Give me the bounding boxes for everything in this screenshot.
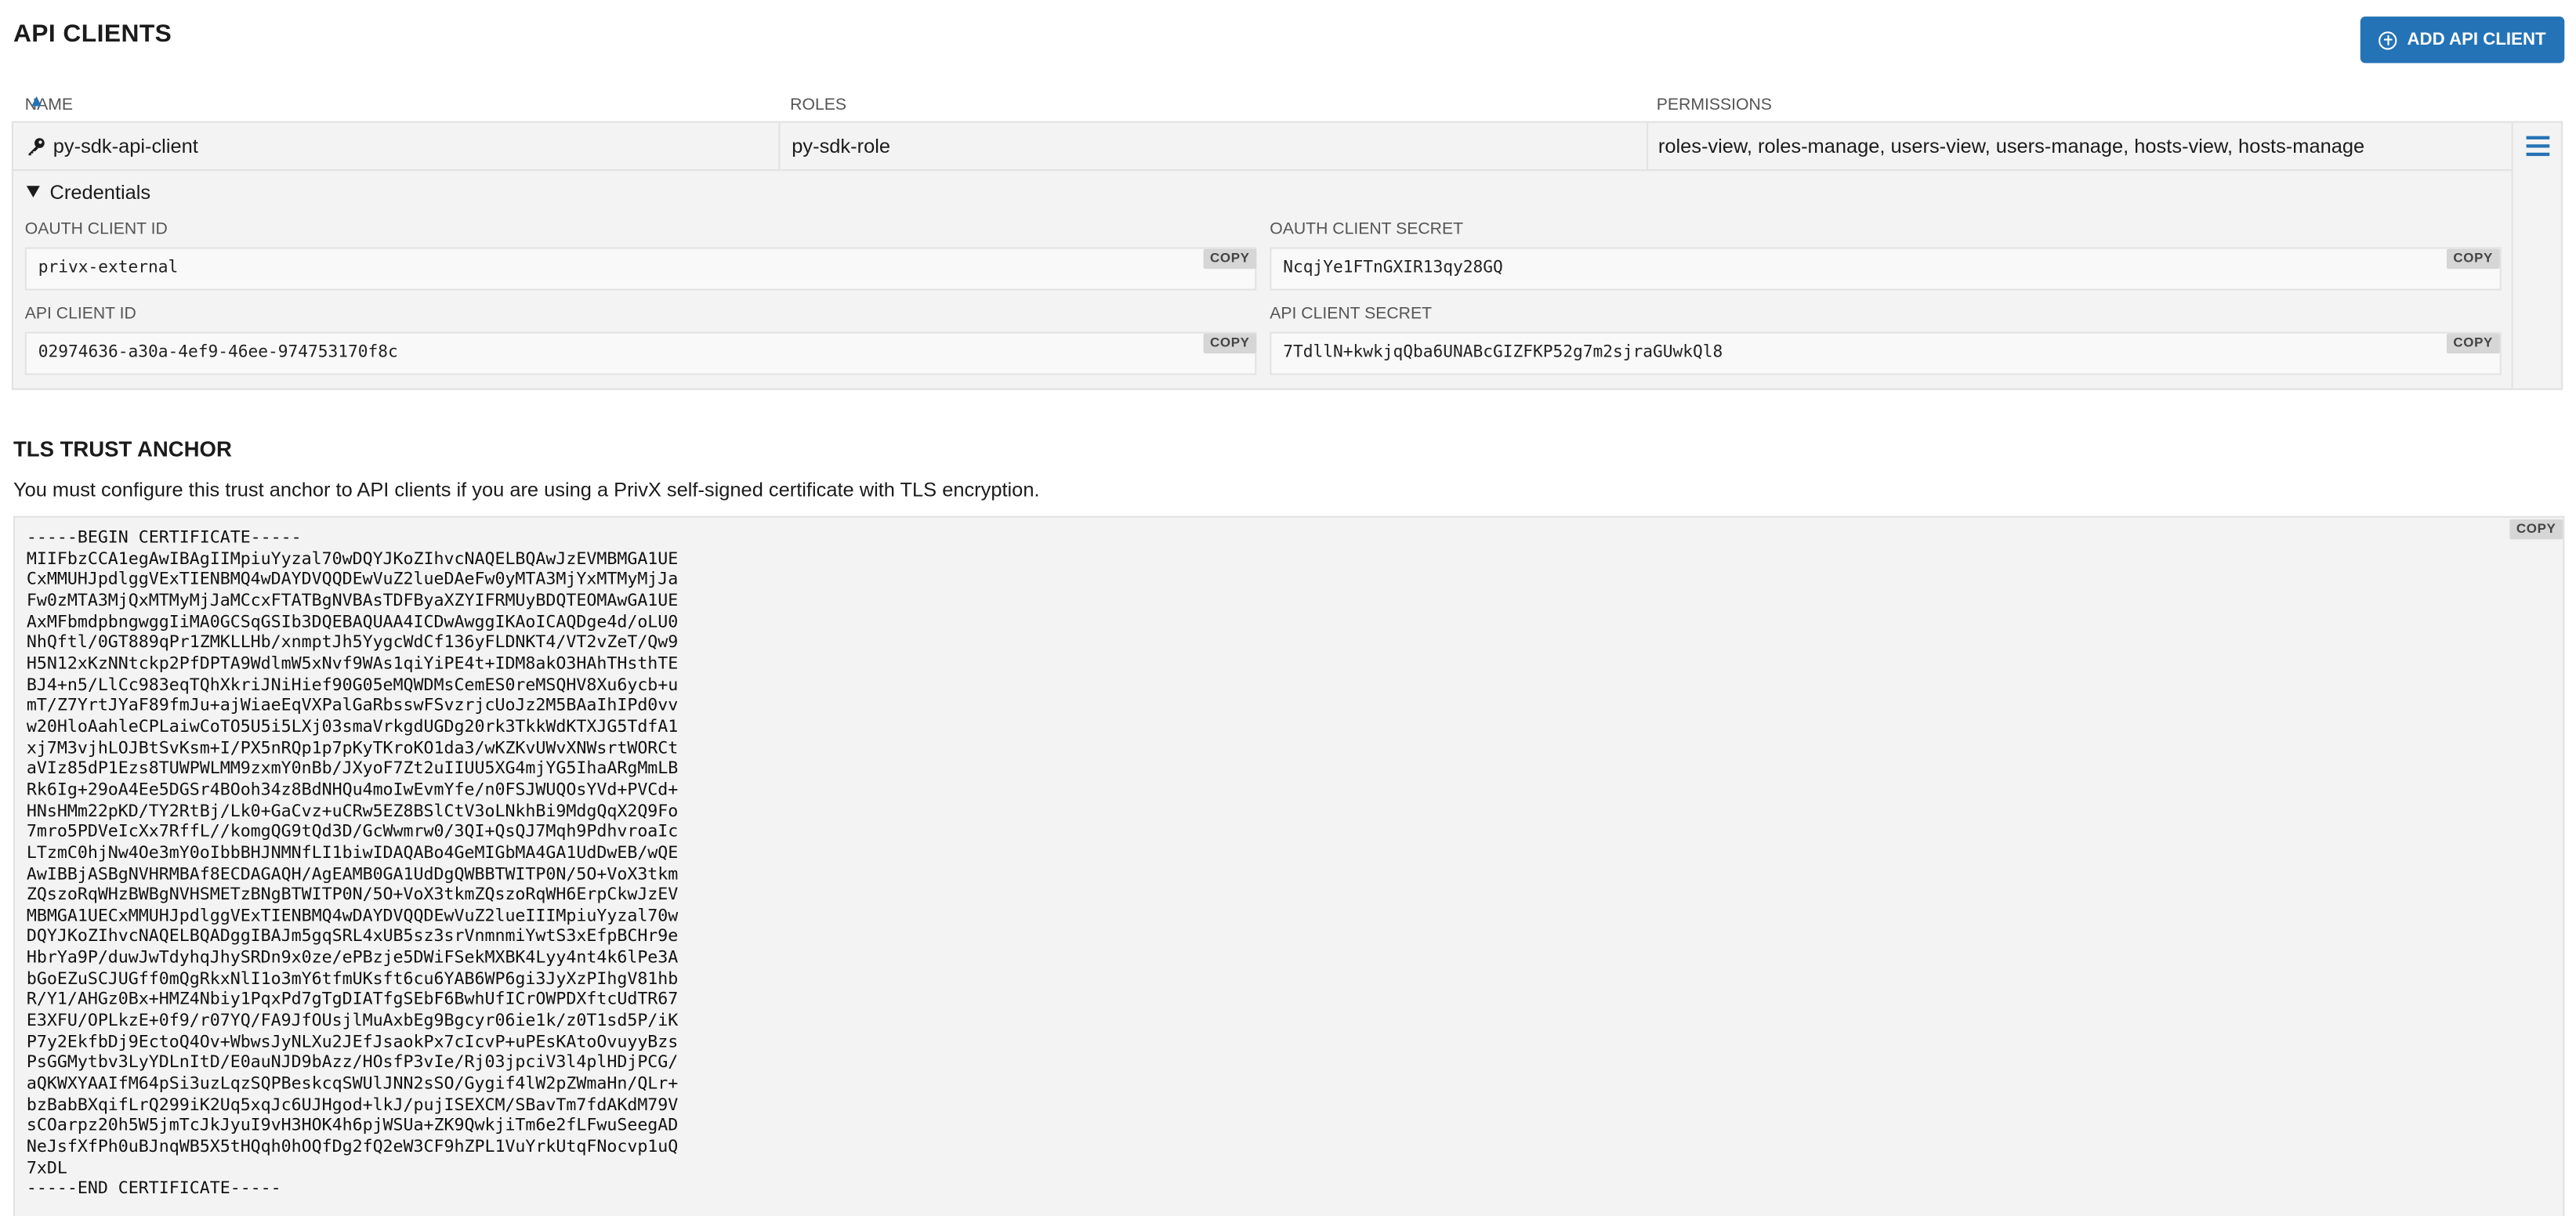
table-header: NAME ROLES PERMISSIONS	[13, 96, 2564, 123]
caret-down-icon	[26, 186, 40, 198]
tls-trust-anchor-description: You must configure this trust anchor to …	[13, 477, 1040, 501]
tls-trust-anchor-title: TLS TRUST ANCHOR	[13, 436, 232, 461]
oauth-client-secret-label: OAUTH CLIENT SECRET	[1270, 220, 1464, 239]
column-header-permissions[interactable]: PERMISSIONS	[1657, 96, 1772, 114]
copy-api-client-secret-button[interactable]: COPY	[2446, 333, 2500, 354]
table-row[interactable]: py-sdk-api-client py-sdk-role roles-view…	[13, 122, 2512, 172]
oauth-client-id-label: OAUTH CLIENT ID	[24, 220, 168, 239]
api-client-id-label: API CLIENT ID	[24, 305, 136, 324]
copy-oauth-client-secret-button[interactable]: COPY	[2446, 248, 2500, 270]
add-api-client-button[interactable]: ADD API CLIENT	[2360, 16, 2565, 63]
row-actions-column	[2511, 122, 2563, 389]
copy-api-client-id-button[interactable]: COPY	[1203, 333, 1257, 354]
client-name: py-sdk-api-client	[53, 134, 198, 158]
hamburger-menu-icon[interactable]	[2526, 136, 2550, 157]
credentials-toggle[interactable]: Credentials	[26, 180, 151, 204]
certificate-box[interactable]: -----BEGIN CERTIFICATE----- MIIFbzCCA1eg…	[13, 516, 2565, 1216]
api-client-entry: py-sdk-api-client py-sdk-role roles-view…	[11, 121, 2563, 390]
sort-ascending-icon	[31, 96, 42, 107]
credentials-label: Credentials	[49, 180, 151, 204]
page-header: API CLIENTS ADD API CLIENT	[0, 0, 2576, 74]
api-client-secret-label: API CLIENT SECRET	[1270, 305, 1433, 324]
api-client-id-field[interactable]: 02974636-a30a-4ef9-46ee-974753170f8c	[24, 331, 1257, 375]
app-root: API CLIENTS ADD API CLIENT NAME ROLES PE…	[0, 0, 2576, 1216]
oauth-client-id-field[interactable]: privx-external	[24, 247, 1257, 291]
client-name-cell: py-sdk-api-client	[13, 123, 778, 169]
certificate-text[interactable]: -----BEGIN CERTIFICATE----- MIIFbzCCA1eg…	[27, 530, 678, 1202]
key-icon	[28, 138, 45, 156]
add-api-client-label: ADD API CLIENT	[2407, 30, 2546, 50]
copy-oauth-client-id-button[interactable]: COPY	[1203, 248, 1257, 270]
api-client-secret-field[interactable]: 7TdllN+kwkjqQba6UNABcGIZFKP52g7m2sjraGUw…	[1270, 331, 2502, 375]
copy-certificate-button[interactable]: COPY	[2509, 519, 2563, 540]
column-header-roles[interactable]: ROLES	[790, 96, 846, 114]
client-permissions-cell: roles-view, roles-manage, users-view, us…	[1647, 122, 2511, 170]
client-roles-cell: py-sdk-role	[778, 122, 1647, 170]
page-title: API CLIENTS	[13, 20, 172, 49]
add-circle-icon	[2379, 31, 2397, 49]
oauth-client-secret-field[interactable]: NcqjYe1FTnGXIR13qy28GQ	[1270, 247, 2502, 291]
